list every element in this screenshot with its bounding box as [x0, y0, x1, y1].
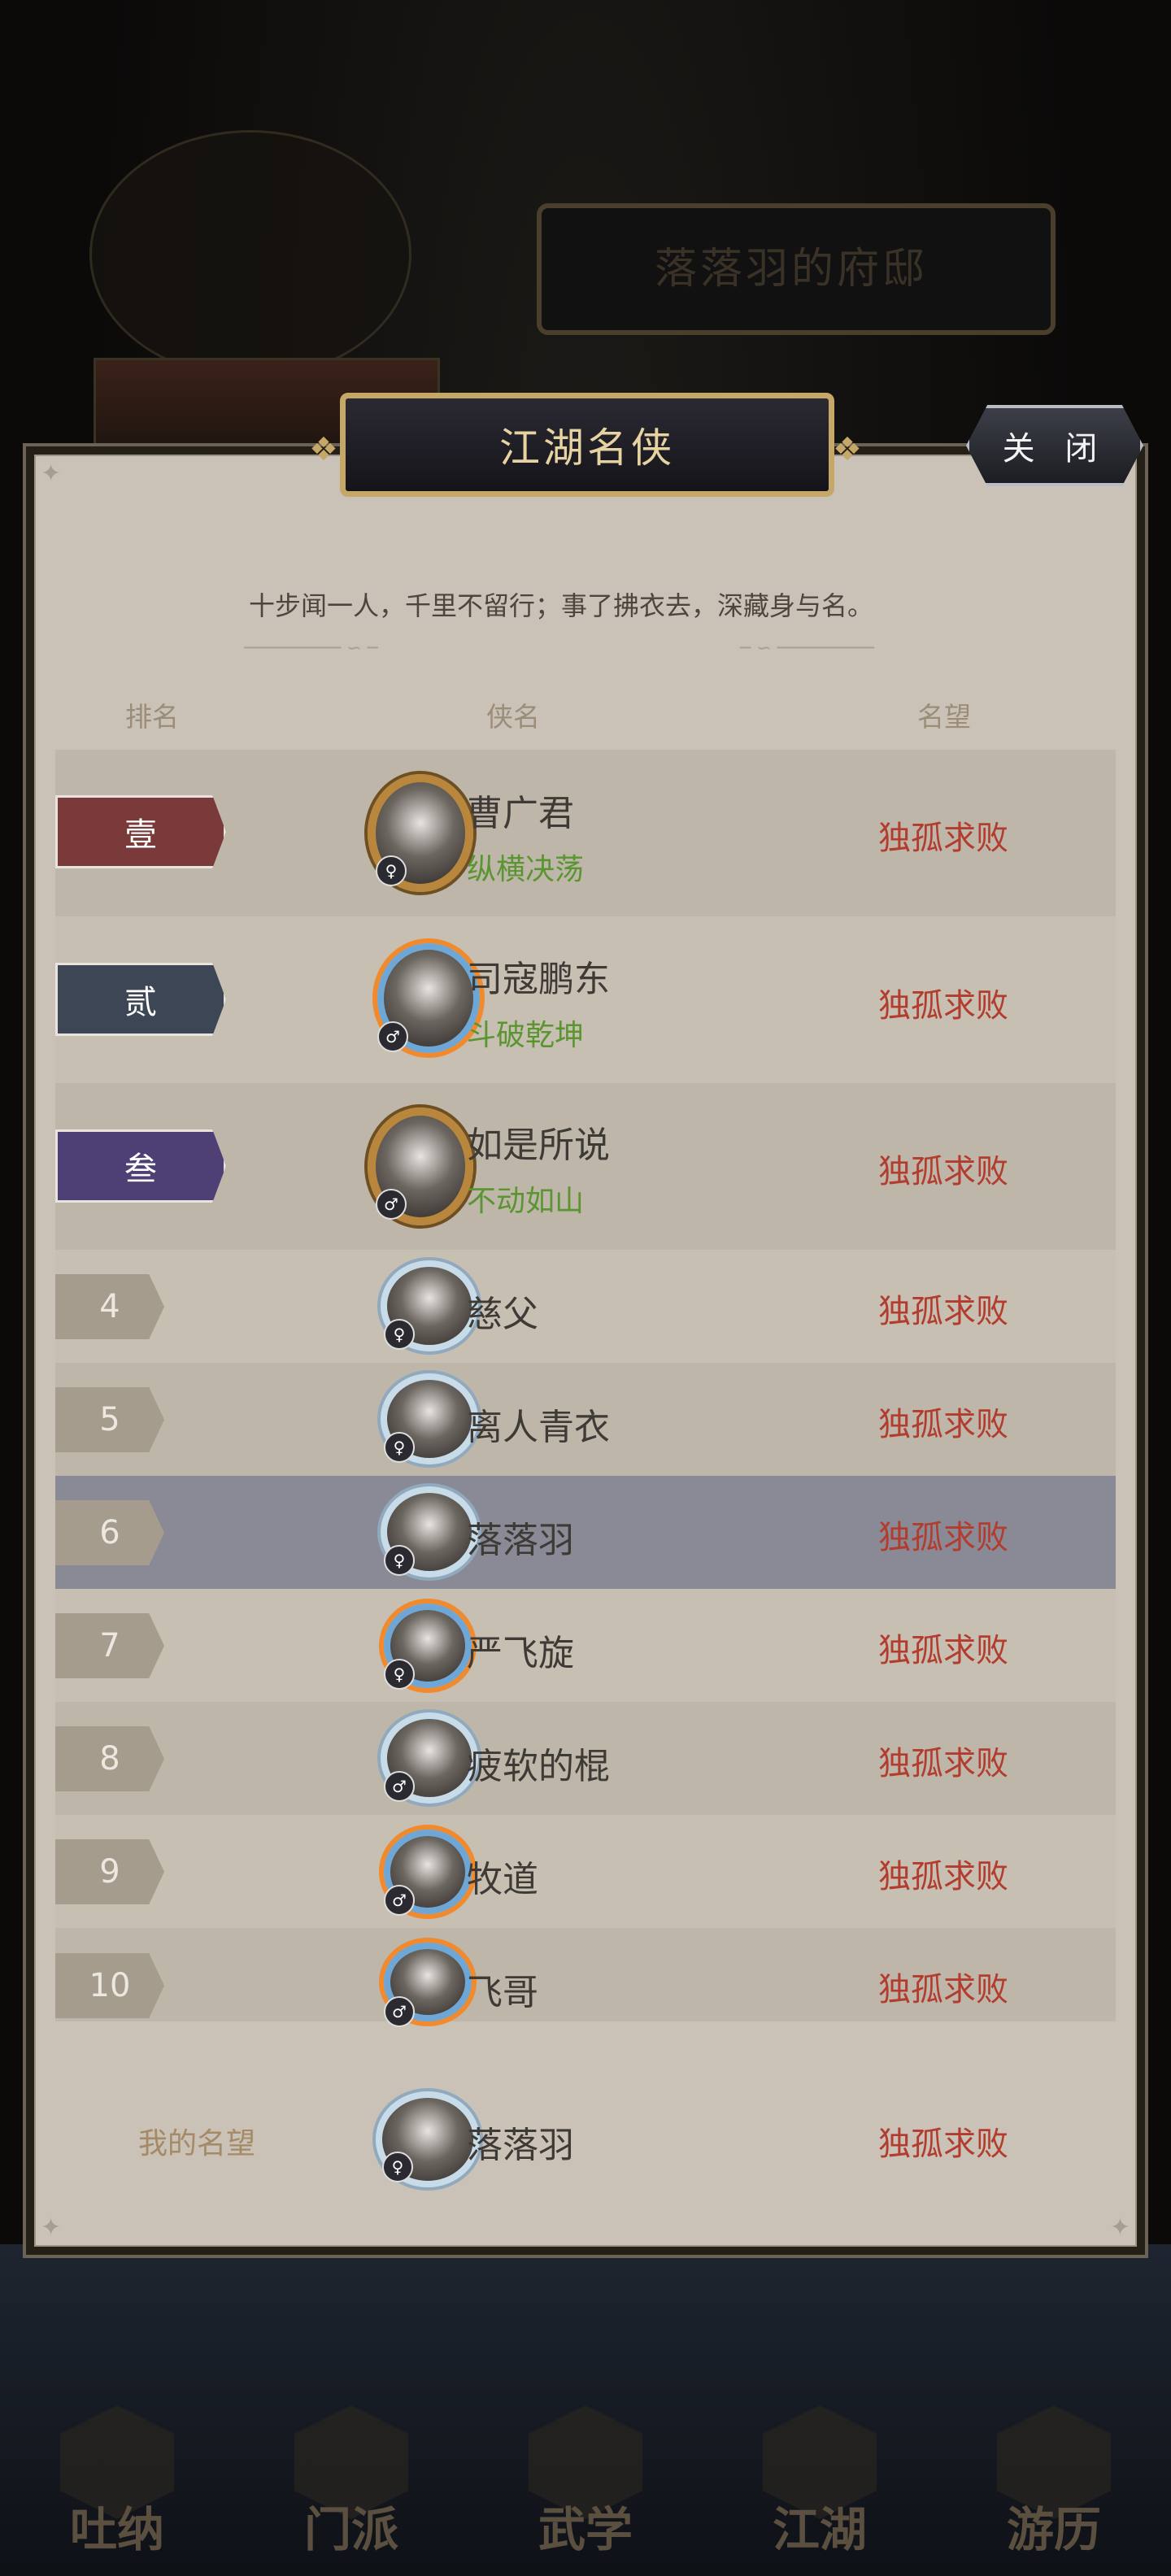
player-fame: 独孤求败 [878, 820, 1008, 857]
player-title: 不动如山 [467, 1185, 585, 1218]
close-button[interactable]: 关 闭 [966, 405, 1143, 486]
nav-label: 门派 [303, 2502, 398, 2557]
rank-badge-2: 贰 [55, 963, 226, 1036]
rank-badge-4: 4 [55, 1274, 164, 1339]
panel-title-plate: 江湖名侠 [340, 393, 834, 497]
player-title: 斗破乾坤 [467, 1019, 585, 1052]
rank-badge-9: 9 [55, 1839, 164, 1904]
motto-divider-right-icon: ─ ∽ ───────── [740, 638, 874, 659]
nav-item-martial[interactable]: 武学 [512, 2397, 659, 2560]
nav-label: 吐纳 [69, 2502, 164, 2557]
rank-badge-7: 7 [55, 1613, 164, 1678]
motto-divider-left-icon: ───────── ∽ ─ [244, 638, 378, 659]
corner-ornament-icon: ✦ [1109, 2213, 1130, 2242]
rank-badge-3: 叁 [55, 1129, 226, 1203]
nav-label: 江湖 [772, 2502, 867, 2557]
title-wing-right-icon: ❖ [833, 431, 862, 468]
male-icon: ♂ [376, 1189, 407, 1220]
rank-badge-10: 10 [55, 1953, 164, 2018]
player-fame: 独孤求败 [878, 1632, 1008, 1669]
title-wing-left-icon: ❖ [309, 431, 338, 468]
residence-title: 落落羽的府邸 [654, 244, 928, 294]
bottom-nav: 吐纳 门派 武学 江湖 游历 [0, 2391, 1171, 2576]
player-fame: 独孤求败 [878, 987, 1008, 1025]
player-fame: 独孤求败 [878, 1293, 1008, 1330]
rank-badge-8: 8 [55, 1726, 164, 1791]
male-icon: ♂ [384, 1771, 415, 1802]
player-fame: 独孤求败 [878, 1406, 1008, 1443]
male-icon: ♂ [384, 1885, 415, 1916]
nav-item-tuna[interactable]: 吐纳 [44, 2397, 190, 2560]
female-icon: ♀ [384, 1545, 415, 1576]
header-rank: 排名 [125, 701, 179, 733]
rank-badge-6: 6 [55, 1500, 164, 1565]
female-icon: ♀ [384, 1432, 415, 1463]
player-name: 离人青衣 [467, 1407, 610, 1448]
player-name: 如是所说 [467, 1125, 610, 1166]
player-name: 疲软的棍 [467, 1746, 610, 1787]
player-name: 曹广君 [467, 793, 574, 834]
panel-motto: 十步闻一人，千里不留行；事了拂衣去，深藏身与名。 [248, 590, 873, 621]
close-button-label: 关 闭 [1002, 430, 1108, 468]
my-name: 落落羽 [467, 2125, 574, 2166]
rank-badge-5: 5 [55, 1387, 164, 1452]
my-fame: 独孤求败 [878, 2126, 1008, 2163]
corner-ornament-icon: ✦ [41, 459, 62, 488]
player-name: 牧道 [467, 1859, 538, 1900]
player-name: 严飞旋 [467, 1633, 574, 1674]
panel-title: 江湖名侠 [499, 424, 675, 472]
residence-emblem [89, 130, 411, 379]
rank-badge-1: 壹 [55, 795, 226, 868]
player-fame: 独孤求败 [878, 1745, 1008, 1782]
player-fame: 独孤求败 [878, 1971, 1008, 2008]
nav-label: 武学 [538, 2502, 633, 2557]
player-fame: 独孤求败 [878, 1519, 1008, 1556]
nav-item-jianghu[interactable]: 江湖 [747, 2397, 893, 2560]
player-fame: 独孤求败 [878, 1153, 1008, 1190]
player-name: 落落羽 [467, 1520, 574, 1561]
player-fame: 独孤求败 [878, 1858, 1008, 1895]
nav-label: 游历 [1006, 2502, 1101, 2557]
female-icon: ♀ [384, 1319, 415, 1350]
my-fame-label: 我的名望 [138, 2127, 256, 2160]
female-icon: ♀ [382, 2152, 413, 2182]
corner-ornament-icon: ✦ [41, 2213, 62, 2242]
header-fame: 名望 [917, 701, 971, 733]
player-name: 司寇鹏东 [467, 959, 610, 1000]
female-icon: ♀ [376, 855, 407, 886]
header-name: 侠名 [486, 701, 540, 733]
player-name: 飞哥 [467, 1972, 538, 2013]
male-icon: ♂ [377, 1021, 408, 1052]
player-title: 纵横决荡 [467, 853, 585, 886]
nav-item-travel[interactable]: 游历 [981, 2397, 1127, 2560]
player-name: 慈父 [467, 1294, 538, 1335]
nav-item-sect[interactable]: 门派 [278, 2397, 424, 2560]
male-icon: ♂ [384, 1996, 415, 2027]
female-icon: ♀ [384, 1659, 415, 1690]
